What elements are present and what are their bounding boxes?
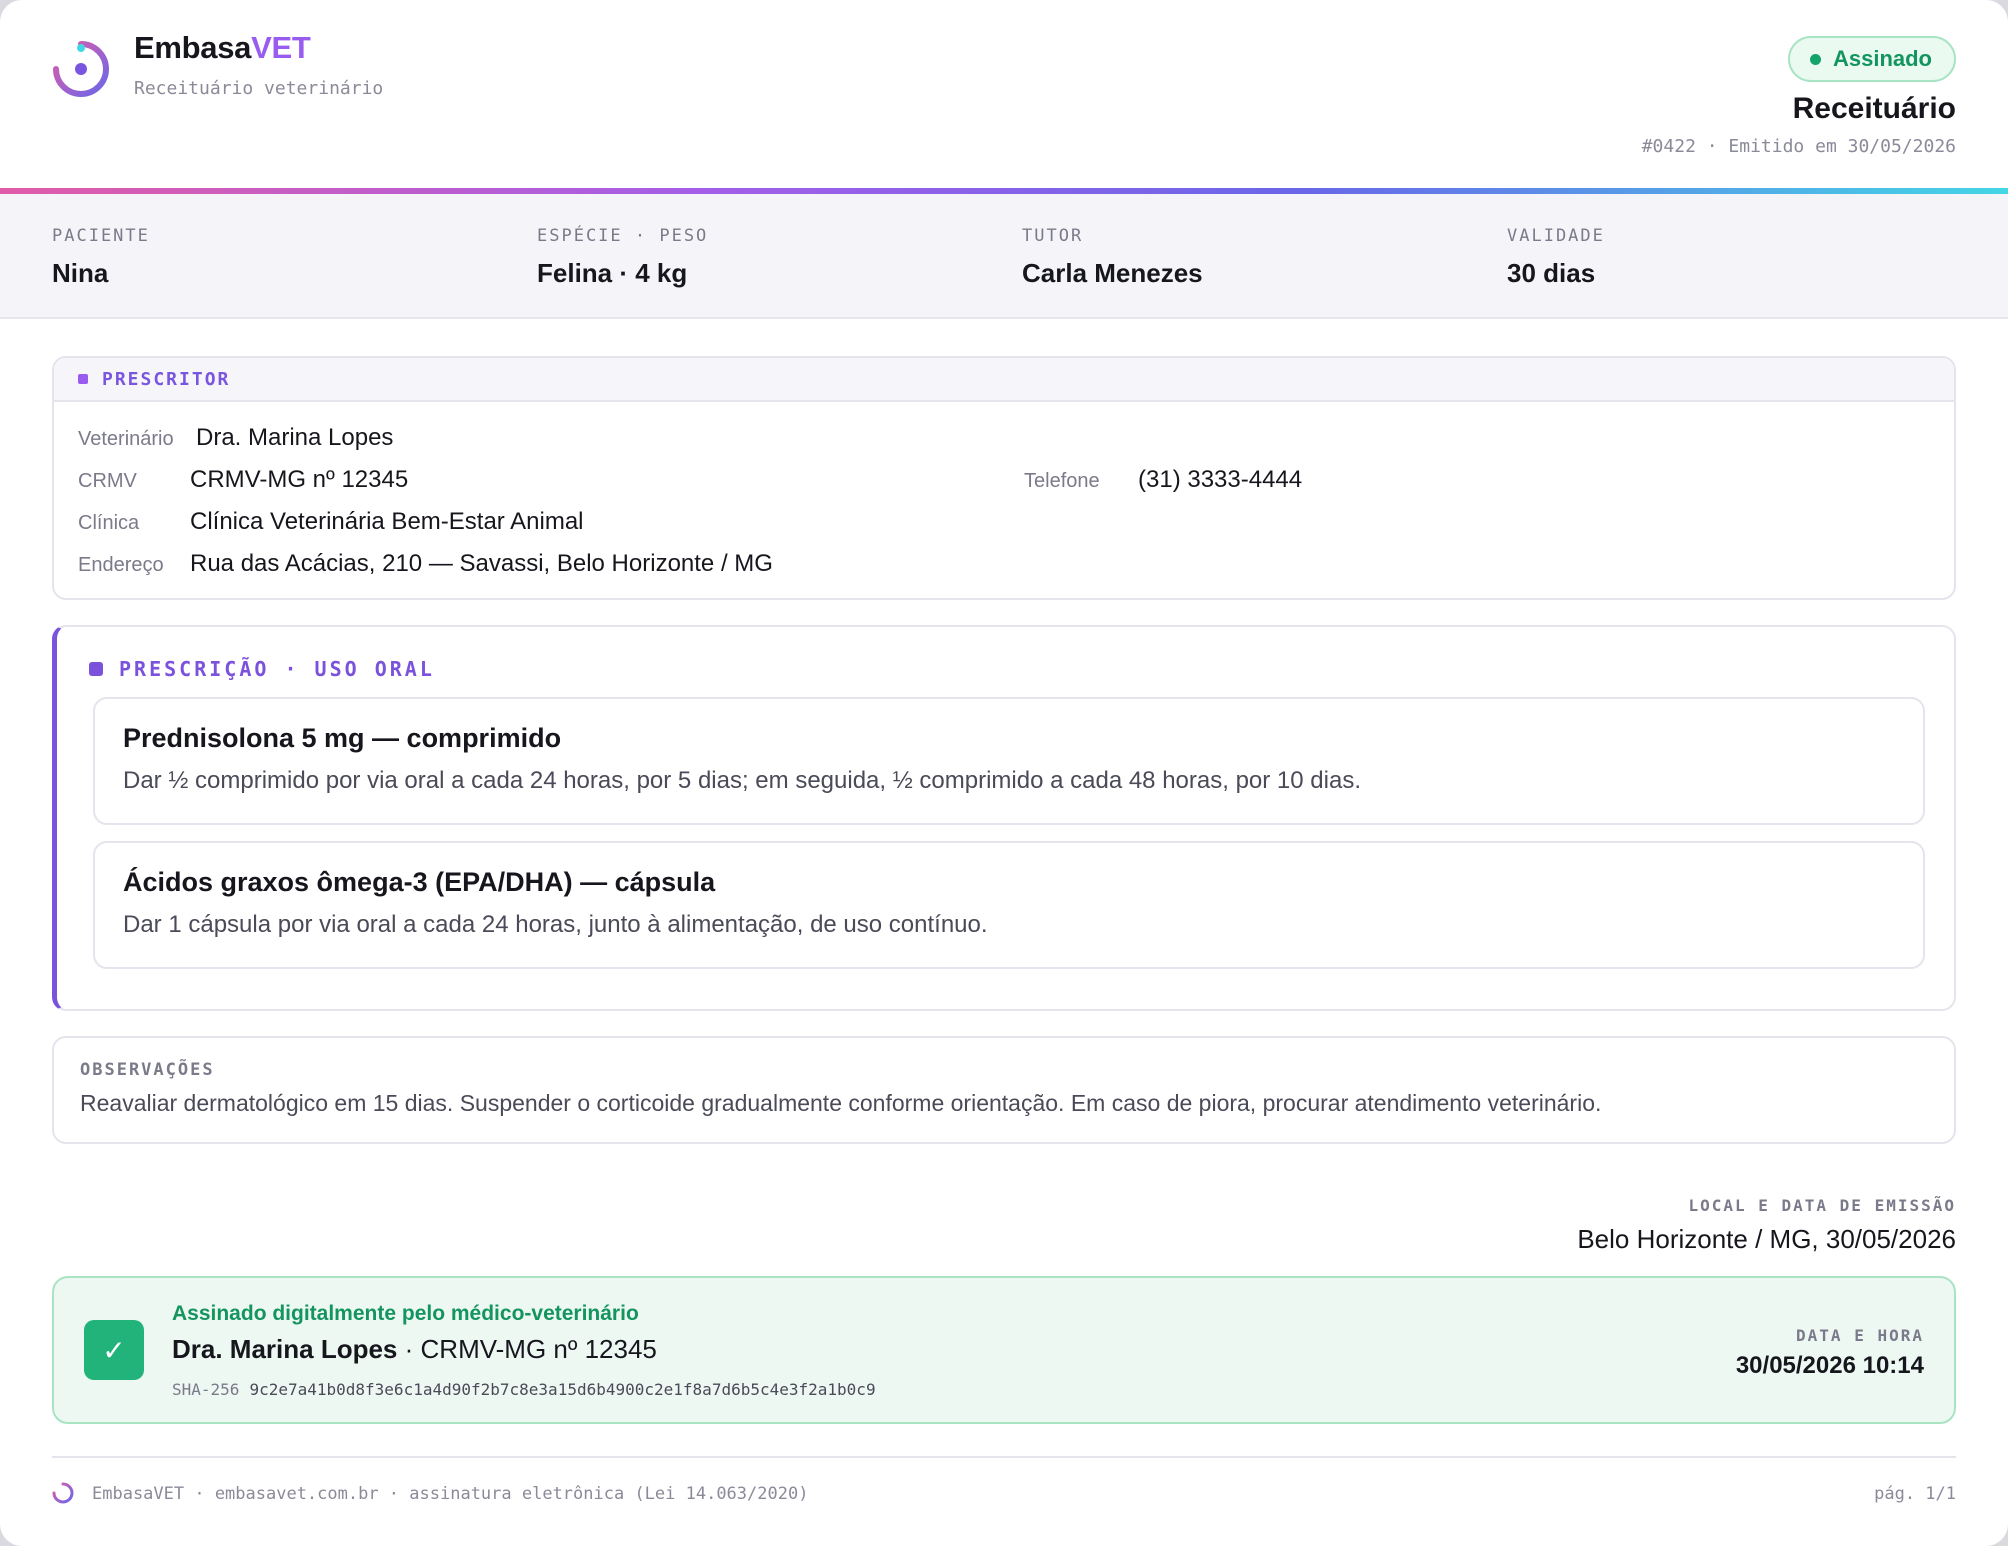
crmv-label: CRMV [78,470,137,492]
issue-place-label: LOCAL E DATA DE EMISSÃO [1688,1196,1956,1215]
tutor-value: Carla Menezes [1022,258,1203,288]
crmv-value: CRMV-MG nº 12345 [190,466,409,493]
check-icon: ✓ [84,1320,144,1380]
signature-datetime-label: DATA E HORA [1796,1326,1924,1345]
medication-instructions: Dar 1 cápsula por via oral a cada 24 hor… [123,911,988,938]
address-row: Endereço Rua das Acácias, 210 — Savassi,… [78,550,773,578]
status-label: Assinado [1832,46,1932,71]
medication-instructions: Dar ½ comprimido por via oral a cada 24 … [123,767,1361,794]
medication-name: Ácidos graxos ômega-3 (EPA/DHA) — cápsul… [123,867,716,897]
digital-signature-card: ✓ Assinado digitalmente pelo médico-vete… [52,1276,1956,1424]
clinic-row: Clínica Clínica Veterinária Bem-Estar An… [78,508,584,536]
patient-value: Nina [52,258,109,288]
validity-field: VALIDADE 30 dias [1507,226,1605,289]
prescription-document: EmbasaVET Receituário veterinário Assina… [0,0,2008,1546]
page-number: pág. 1/1 [1874,1484,1956,1504]
document-meta: #0422 · Emitido em 30/05/2026 [1641,136,1956,157]
vet-value: Dra. Marina Lopes [196,424,394,451]
observations-card: OBSERVAÇÕES Reavaliar dermatológico em 1… [52,1036,1956,1144]
prescriber-card: PRESCRITOR Veterinário Dra. Marina Lopes… [52,356,1956,600]
patient-field: PACIENTE Nina [52,226,150,289]
status-badge: Assinado [1787,36,1956,82]
observations-text: Reavaliar dermatológico em 15 dias. Susp… [80,1090,1602,1116]
hash-value: 9c2e7a41b0d8f3e6c1a4d90f2b7c8e3a15d6b490… [249,1380,876,1399]
clinic-value: Clínica Veterinária Bem-Estar Animal [190,508,584,535]
hash-label: SHA-256 [172,1380,240,1399]
species-weight-label: ESPÉCIE · PESO [537,226,709,246]
signer-crmv: · CRMV-MG nº 12345 [397,1334,657,1364]
signer-name: Dra. Marina Lopes [172,1334,398,1364]
vet-row: Veterinário Dra. Marina Lopes [78,424,393,452]
medication-item: Ácidos graxos ômega-3 (EPA/DHA) — cápsul… [93,841,1925,969]
medication-item: Prednisolona 5 mg — comprimido Dar ½ com… [93,697,1925,825]
clinic-label: Clínica [78,512,140,534]
prescription-header: PRESCRIÇÃO · USO ORAL [89,657,435,681]
phone-row: Telefone (31) 3333-4444 [1024,466,1302,494]
species-weight-value: Felina · 4 kg [537,258,688,288]
prescriber-section-label: PRESCRITOR [102,368,231,390]
brand-logo-icon [53,41,109,97]
crmv-row: CRMV CRMV-MG nº 12345 [78,466,408,494]
section-dot-icon [89,662,103,676]
medication-name: Prednisolona 5 mg — comprimido [123,723,562,753]
tutor-field: TUTOR Carla Menezes [1022,226,1203,289]
observations-label: OBSERVAÇÕES [80,1060,215,1080]
patient-label: PACIENTE [52,226,150,246]
document-header: EmbasaVET Receituário veterinário Assina… [0,0,2008,188]
address-label: Endereço [78,554,164,576]
prescription-section-label: PRESCRIÇÃO · USO ORAL [119,657,435,681]
brand-name: EmbasaVET [134,30,311,65]
signature-title: Assinado digitalmente pelo médico-veteri… [172,1302,639,1325]
phone-value: (31) 3333-4444 [1138,466,1303,493]
tutor-label: TUTOR [1022,226,1084,246]
validity-label: VALIDADE [1507,226,1605,246]
prescription-card: PRESCRIÇÃO · USO ORAL Prednisolona 5 mg … [52,625,1956,1011]
section-dot-icon [78,374,88,384]
status-dot-icon [1809,53,1821,65]
vet-label: Veterinário [78,428,174,450]
footer-divider [52,1456,1956,1458]
footer-text: EmbasaVET · embasavet.com.br · assinatur… [92,1484,809,1504]
patient-info-strip: PACIENTE Nina ESPÉCIE · PESO Felina · 4 … [0,194,2008,319]
footer-logo-icon [52,1482,74,1504]
brand-subtitle: Receituário veterinário [134,78,384,99]
signature-datetime-value: 30/05/2026 10:14 [1735,1352,1924,1379]
signer-row: Dra. Marina Lopes · CRMV-MG nº 12345 [172,1334,657,1365]
signature-hash: SHA-256 9c2e7a41b0d8f3e6c1a4d90f2b7c8e3a1… [172,1380,876,1399]
issue-place-value: Belo Horizonte / MG, 30/05/2026 [1577,1224,1956,1254]
document-title: Receituário [1792,92,1956,125]
validity-value: 30 dias [1507,258,1596,288]
prescriber-card-header: PRESCRITOR [54,358,1954,402]
species-weight-field: ESPÉCIE · PESO Felina · 4 kg [537,226,708,289]
phone-label: Telefone [1024,470,1100,492]
address-value: Rua das Acácias, 210 — Savassi, Belo Hor… [190,550,773,577]
